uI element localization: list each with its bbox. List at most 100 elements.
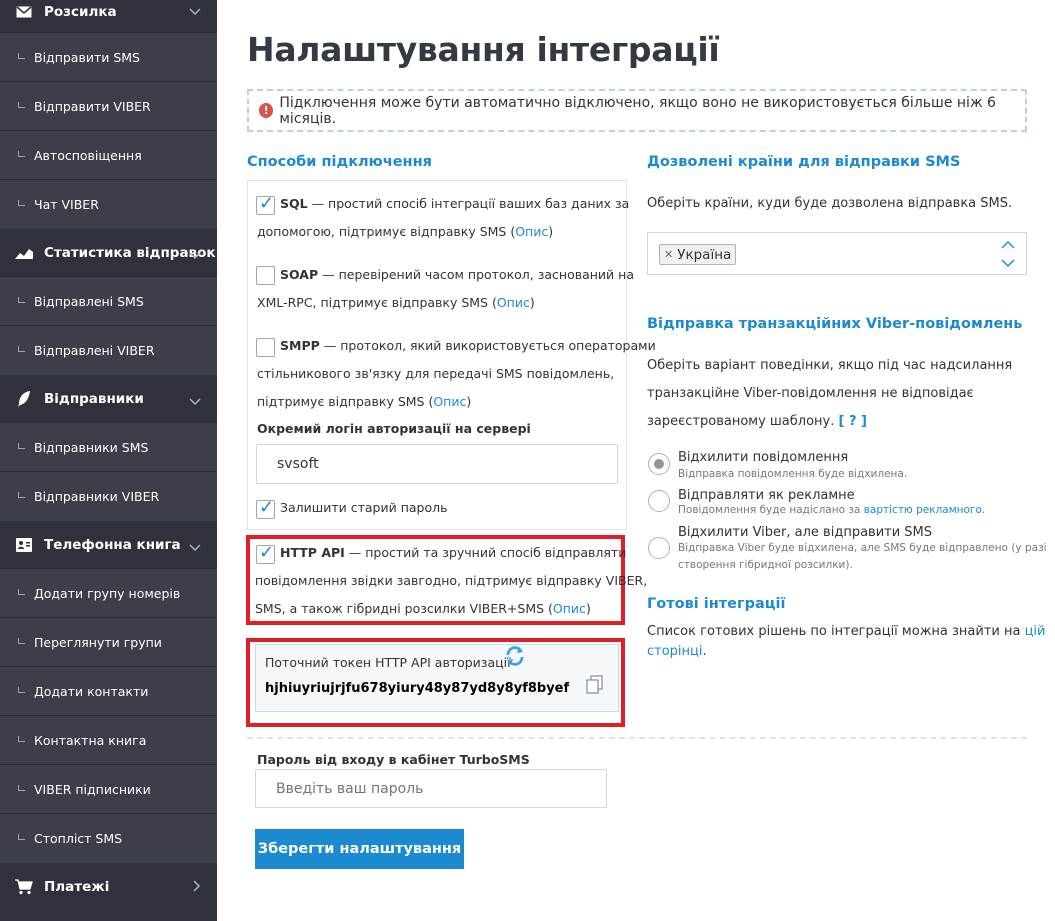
notice-banner: ! Підключення може бути автоматично відк… — [247, 89, 1027, 132]
sidebar-section-label: Платежі — [44, 878, 110, 895]
ready-link-part1[interactable]: цій — [1025, 624, 1046, 639]
ready-tail: . — [702, 644, 707, 659]
sidebar-item-contact-book[interactable]: Контактна книга — [0, 715, 217, 764]
countries-heading: Дозволені країни для відправки SMS — [647, 154, 961, 170]
soap-checkbox[interactable] — [256, 266, 275, 285]
country-tag-label: Україна — [677, 246, 732, 263]
sidebar-section-statistics[interactable]: Статистика відправок — [0, 228, 217, 276]
checkmark-icon: ✓ — [259, 497, 275, 518]
login-label: Окремий логін авторизації на сервері — [257, 421, 531, 436]
sql-docs-link[interactable]: Опис — [515, 224, 548, 239]
radio-advertising[interactable] — [648, 490, 670, 512]
sidebar-item-stoplist-sms[interactable]: Стопліст SMS — [0, 813, 217, 862]
methods-heading: Способи підключення — [247, 154, 432, 170]
http-api-docs-link[interactable]: Опис — [553, 601, 586, 616]
refresh-icon[interactable] — [504, 645, 526, 667]
viber-desc-line1: Оберіть варіант поведінки, якщо під час … — [647, 358, 1013, 373]
smpp-line3: підтримує відправку SMS (Опис) — [257, 388, 471, 416]
smpp-name: SMPP — [280, 338, 320, 353]
address-book-icon — [14, 535, 34, 555]
sidebar-item-add-contacts[interactable]: Додати контакти — [0, 666, 217, 715]
sidebar-item-label: Стопліст SMS — [34, 830, 123, 846]
sidebar-section-label: Розсилка — [44, 4, 117, 20]
token-value: hjhiuyriujrjfu678yiury48y87yd8y8yf8byef — [265, 681, 570, 696]
sidebar-section-payments[interactable]: Платежі — [0, 862, 217, 910]
tree-branch-icon — [18, 52, 25, 59]
sidebar-section-senders[interactable]: Відправники — [0, 374, 217, 422]
checkmark-icon: ✓ — [259, 193, 275, 214]
sidebar-item-add-group[interactable]: Додати групу номерів — [0, 568, 217, 617]
save-button[interactable]: Зберегти налаштування — [255, 829, 464, 869]
sidebar-item-chat-viber[interactable]: Чат VIBER — [0, 179, 217, 228]
tree-branch-icon — [18, 588, 25, 595]
sidebar-item-send-viber[interactable]: Відправити VIBER — [0, 81, 217, 130]
ready-heading: Готові інтеграції — [647, 596, 786, 612]
sidebar-item-label: VIBER підписники — [34, 781, 151, 797]
checkmark-icon: ✓ — [259, 542, 275, 563]
sidebar-item-label: Переглянути групи — [34, 634, 162, 650]
tree-branch-icon — [18, 101, 25, 108]
copy-icon[interactable] — [586, 675, 604, 695]
select-arrows-icon — [1001, 238, 1015, 270]
countries-select[interactable]: ✕ Україна — [647, 232, 1027, 275]
sidebar-item-label: Автосповіщення — [34, 147, 142, 163]
sidebar-item-label: Відправлені SMS — [34, 293, 144, 309]
soap-line1: SOAP — перевірений часом протокол, засно… — [280, 261, 634, 289]
radio-fallback-sms-label: Відхилити Viber, але відправити SMS — [678, 525, 933, 540]
sidebar-item-sent-viber[interactable]: Відправлені VIBER — [0, 325, 217, 374]
tree-branch-icon — [18, 491, 25, 498]
sidebar-item-senders-sms[interactable]: Відправники SMS — [0, 422, 217, 471]
advertising-price-link[interactable]: вартістю рекламного — [864, 504, 982, 516]
sidebar-item-viber-subscribers[interactable]: VIBER підписники — [0, 764, 217, 813]
sidebar-item-label: Відправити SMS — [34, 49, 140, 65]
sidebar-item-label: Додати групу номерів — [34, 585, 181, 601]
countries-description: Оберіть країни, куди буде дозволена відп… — [647, 196, 1013, 211]
ready-line2: сторінці. — [647, 638, 707, 666]
sidebar-item-label: Контактна книга — [34, 732, 147, 748]
tree-branch-icon — [18, 735, 25, 742]
viber-help-link[interactable]: [ ? ] — [839, 414, 867, 429]
soap-docs-link[interactable]: Опис — [497, 295, 530, 310]
sidebar-item-senders-viber[interactable]: Відправники VIBER — [0, 471, 217, 520]
chevron-down-icon — [189, 4, 201, 20]
tree-branch-icon — [18, 150, 25, 157]
keep-password-checkbox[interactable]: ✓ — [256, 497, 275, 519]
http-api-checkbox[interactable]: ✓ — [256, 542, 275, 564]
sql-line2: допомогою, підтримує відправку SMS (Опис… — [257, 218, 553, 246]
chevron-down-icon — [189, 540, 201, 556]
radio-fallback-sms-sub1: Відправка Viber буде відхилена, але SMS … — [678, 542, 1047, 554]
sidebar-item-view-groups[interactable]: Переглянути групи — [0, 617, 217, 666]
sidebar-item-auto-notify[interactable]: Автосповіщення — [0, 130, 217, 179]
radio-advertising-label: Відправляти як рекламне — [678, 488, 855, 503]
token-box: Поточний токен HTTP API авторизації hjhi… — [255, 644, 619, 712]
soap-line2: XML-RPC, підтримує відправку SMS (Опис) — [257, 289, 535, 317]
sidebar-item-sent-sms[interactable]: Відправлені SMS — [0, 276, 217, 325]
sidebar-section-phonebook[interactable]: Телефонна книга — [0, 520, 217, 568]
smpp-checkbox[interactable] — [256, 338, 275, 357]
page-title: Налаштування інтеграції — [247, 30, 720, 69]
sidebar-item-send-sms[interactable]: Відправити SMS — [0, 32, 217, 81]
remove-tag-icon[interactable]: ✕ — [664, 248, 673, 261]
soap-tail: ) — [529, 295, 535, 310]
chevron-down-icon — [189, 394, 201, 410]
radio-fallback-sms[interactable] — [648, 537, 670, 559]
sidebar-item-label: Чат VIBER — [34, 196, 99, 212]
radio-advertising-sub-tail: . — [981, 504, 986, 516]
viber-desc-line3: зареєстрованому шаблону. [ ? ] — [647, 408, 867, 436]
ready-link-part2[interactable]: сторінці — [647, 644, 703, 659]
alert-icon: ! — [259, 103, 274, 118]
smpp-desc3: підтримує відправку SMS ( — [257, 394, 434, 409]
login-input[interactable]: svsoft — [256, 444, 618, 484]
sidebar-section-mailing[interactable]: Розсилка — [0, 0, 217, 32]
smpp-docs-link[interactable]: Опис — [433, 394, 466, 409]
http-api-tail: ) — [585, 601, 591, 616]
tree-branch-icon — [18, 833, 25, 840]
sql-line1: SQL — простий спосіб інтеграції ваших ба… — [280, 190, 629, 218]
main-content: Налаштування інтеграції ! Підключення мо… — [217, 0, 1055, 921]
http-api-line1: HTTP API — простий та зручний спосіб від… — [280, 539, 626, 567]
password-input[interactable] — [255, 769, 607, 808]
sidebar-section-label: Телефонна книга — [44, 536, 181, 553]
radio-fallback-sms-sub2: створення гібридної розсилки). — [678, 559, 853, 571]
sql-checkbox[interactable]: ✓ — [256, 193, 275, 215]
radio-reject[interactable] — [648, 453, 670, 475]
